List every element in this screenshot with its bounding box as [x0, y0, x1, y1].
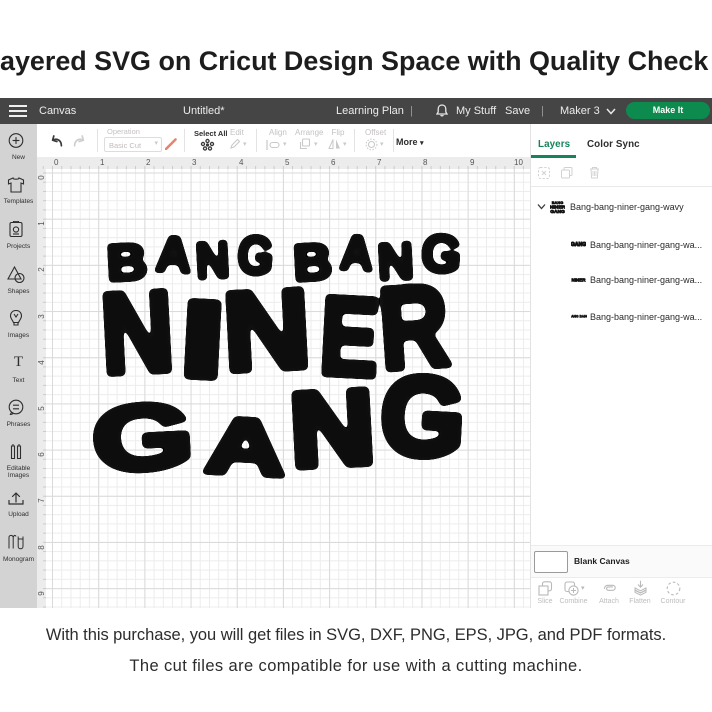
svg-text:G: G [90, 383, 196, 491]
svg-text:N: N [97, 266, 177, 398]
svg-text:A: A [338, 225, 375, 282]
svg-text:BANG BANG: BANG BANG [571, 314, 587, 318]
svg-text:A: A [202, 400, 288, 494]
svg-text:G: G [377, 352, 468, 481]
svg-text:GANG: GANG [571, 242, 586, 248]
svg-text:BANG: BANG [552, 200, 564, 205]
svg-text:NINER: NINER [571, 277, 586, 282]
svg-text:N: N [286, 367, 378, 490]
svg-text:NINER: NINER [550, 205, 565, 211]
svg-text:GANG: GANG [550, 209, 565, 214]
